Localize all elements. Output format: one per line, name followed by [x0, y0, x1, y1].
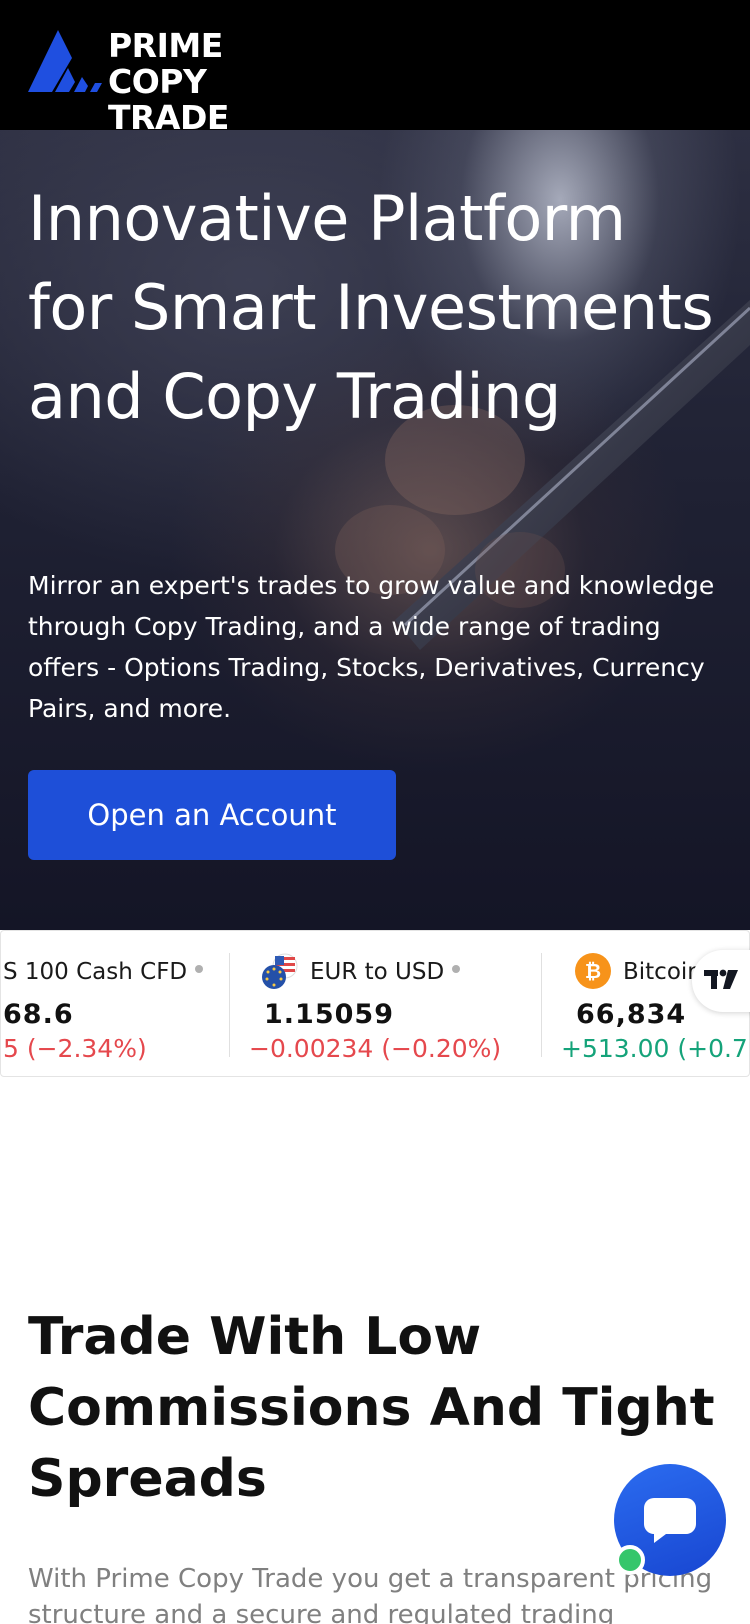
tradingview-logo-icon: [704, 969, 738, 989]
ticker-symbol-name: EUR to USD: [310, 959, 461, 985]
logo-wordmark: PRIME COPY TRADE: [108, 28, 338, 136]
ticker-name-text: EUR to USD: [310, 959, 445, 985]
ticker-item-eurusd[interactable]: EUR to USD 1.15059 −0.00234 (−0.20%): [230, 931, 541, 1076]
site-logo[interactable]: PRIME COPY TRADE: [28, 26, 338, 136]
ticker-change: 5 (−2.34%): [3, 1034, 147, 1063]
hero-subtitle: Mirror an expert's trades to grow value …: [28, 571, 715, 723]
site-header: PRIME COPY TRADE: [0, 0, 750, 136]
online-status-dot: [615, 1545, 645, 1575]
ticker-price: 68.6: [3, 999, 74, 1030]
ticker-price: 66,834: [576, 999, 687, 1030]
ticker-tape[interactable]: S 100 Cash CFD 68.6 5 (−2.34%) EUR to US…: [0, 930, 750, 1077]
hero-section: Innovative Platform for Smart Investment…: [0, 130, 750, 930]
chat-bubble-icon: [644, 1498, 696, 1543]
market-status-dot: [195, 964, 204, 973]
ticker-name-text: Bitcoir: [623, 959, 697, 985]
ticker-symbol-name: S 100 Cash CFD: [3, 959, 204, 985]
logo-line-2: COPY TRADE: [108, 62, 229, 137]
ticker-name-text: S 100 Cash CFD: [3, 959, 188, 985]
ticker-change: −0.00234 (−0.20%): [249, 1034, 502, 1063]
svg-text:₿: ₿: [585, 959, 601, 983]
open-account-button[interactable]: Open an Account: [28, 770, 396, 860]
ticker-change: +513.00 (+0.7: [561, 1034, 748, 1063]
ticker-item-index[interactable]: S 100 Cash CFD 68.6 5 (−2.34%): [1, 931, 229, 1076]
bitcoin-icon: ₿: [575, 953, 611, 989]
section-title: Trade With Low Commissions And Tight Spr…: [28, 1307, 715, 1509]
ticker-price: 1.15059: [264, 999, 394, 1030]
hero-title: Innovative Platform for Smart Investment…: [28, 182, 714, 433]
tradingview-badge[interactable]: [692, 950, 750, 1012]
eu-us-flag-icon: [262, 953, 298, 989]
market-status-dot: [452, 964, 461, 973]
stacked-chevron-logo-icon: [28, 30, 102, 92]
logo-line-1: PRIME: [108, 26, 223, 65]
